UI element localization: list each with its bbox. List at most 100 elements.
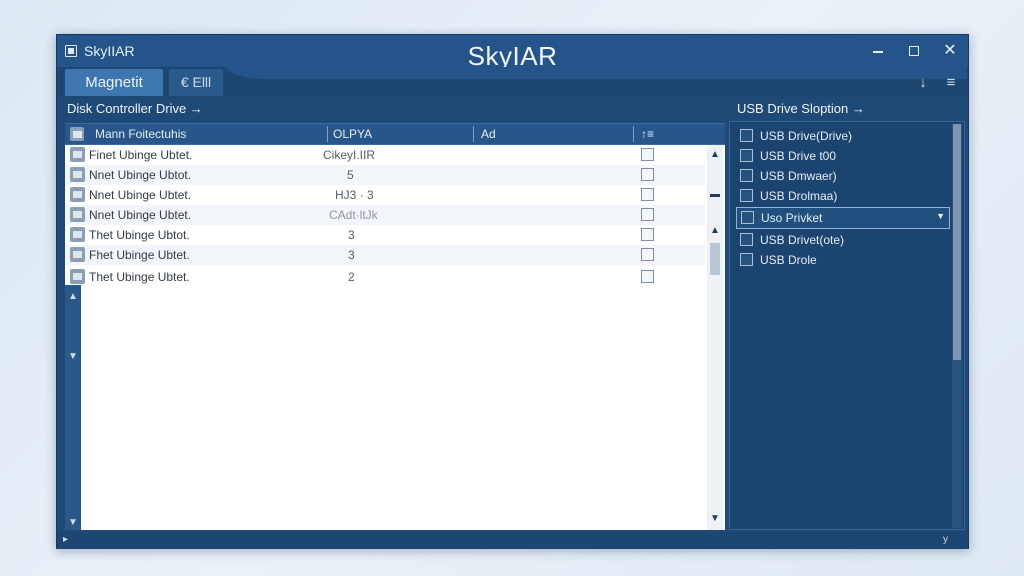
scroll-up-icon[interactable]: ▲ [65,291,81,302]
usb-item-label: USB Drive(Drive) [760,129,853,143]
drive-icon [70,147,85,162]
scrollbar-thumb[interactable] [710,243,720,275]
usb-panel-title[interactable]: USB Drive Sloption → [737,101,865,116]
tab-secondary[interactable]: € Elll [169,69,223,96]
scroll-down-icon[interactable]: ▼ [65,351,81,362]
scroll-down-icon[interactable]: ▼ [65,517,81,528]
scroll-marker-icon: ▬ [710,189,720,200]
row-name: Nnet Ubinge Ubtet. [89,188,192,202]
usb-drive-panel: USB Drive Sloption → USB Drive(Drive) US… [729,97,965,532]
table-row[interactable]: Nnet Ubinge Ubtet. HJ3 · 3 [65,185,705,205]
table-row[interactable]: Nnet Ubinge Ubtet. CAdt·ltJk [65,205,705,225]
row-checkbox[interactable] [641,188,654,201]
table-header: Mann Foitectuhis OLPYA Ad ↑≡ [65,123,725,145]
column-header-name[interactable]: Mann Foitectuhis [95,127,186,141]
tab-magnetit[interactable]: Magnetit [65,69,163,96]
usb-list-item[interactable]: USB Drole [736,250,950,270]
usb-checkbox[interactable] [740,253,753,266]
column-divider[interactable] [327,126,328,142]
drive-icon [70,227,85,242]
drive-icon [70,167,85,182]
usb-list-item[interactable]: USB Dmwaer) [736,166,950,186]
minimize-icon [873,51,883,53]
close-icon: ✕ [943,42,957,59]
column-divider[interactable] [633,126,634,142]
vertical-scrollbar[interactable]: ▲ ▬ ▲ ▼ [707,145,723,530]
download-icon[interactable]: ↓ [913,73,933,93]
expand-arrow-icon[interactable]: ▸ [63,534,68,545]
table-row[interactable]: Finet Ubinge Ubtet. CikeyI.IIR [65,145,705,165]
usb-item-label: USB Drive t00 [760,149,837,163]
menu-icon[interactable]: ≡ [941,73,961,93]
table-row[interactable]: Nnet Ubinge Ubtot. 5 [65,165,705,185]
usb-list-item-selected[interactable]: Uso Privket ▼ [736,207,950,229]
table-row[interactable]: Fhet Ubinge Ubtet. 3 [65,245,705,265]
row-name: Thet Ubinge Ubtot. [89,228,190,242]
usb-checkbox[interactable] [740,149,753,162]
usb-item-label: USB Dmwaer) [760,169,837,183]
row-value: 5 [347,168,354,182]
row-checkbox[interactable] [641,168,654,181]
minimize-button[interactable] [865,39,891,63]
usb-list-item[interactable]: USB Drolmaa) [736,186,950,206]
title-bar[interactable]: SkyIIAR SkyIAR ✕ [57,35,968,71]
row-value: 3 [348,248,355,262]
row-value: HJ3 · 3 [335,188,374,202]
row-checkbox[interactable] [641,270,654,283]
row-value: CikeyI.IIR [323,148,376,162]
usb-drive-list: USB Drive(Drive) USB Drive t00 USB Dmwae… [729,121,965,530]
column-header-sort[interactable]: ↑≡ [641,127,654,141]
usb-checkbox[interactable] [740,169,753,182]
row-checkbox[interactable] [641,228,654,241]
usb-item-label: USB Drole [760,253,817,267]
app-window: SkyIIAR SkyIAR ✕ Magnetit € Elll ↓ ≡ Dis… [56,34,969,549]
drive-icon [70,269,85,284]
table-row[interactable]: Thet Ubinge Ubtot. 3 [65,225,705,245]
row-checkbox[interactable] [641,148,654,161]
usb-list-item[interactable]: USB Drive(Drive) [736,126,950,146]
drive-icon [70,187,85,202]
row-name: Thet Ubinge Ubtet. [89,270,190,284]
usb-list-item[interactable]: USB Drivet(ote) [736,230,950,250]
usb-checkbox[interactable] [740,129,753,142]
drive-table: Finet Ubinge Ubtet. CikeyI.IIR Nnet Ubin… [65,145,725,530]
row-value: 2 [348,270,355,284]
usb-checkbox[interactable] [741,211,754,224]
usb-checkbox[interactable] [740,233,753,246]
column-divider[interactable] [473,126,474,142]
scroll-up-icon[interactable]: ▲ [707,225,723,236]
disk-controller-panel: Disk Controller Drive → Mann Foitectuhis… [65,97,725,532]
row-value: 3 [348,228,355,242]
row-name: Nnet Ubinge Ubtot. [89,168,192,182]
row-checkbox[interactable] [641,208,654,221]
status-bar: ▸ y [57,532,968,549]
usb-item-label: USB Drolmaa) [760,189,838,203]
panel-title[interactable]: Disk Controller Drive → [67,101,203,116]
maximize-button[interactable] [901,39,927,63]
left-scrollbar[interactable]: ▲ ▼ ▼ [65,285,81,530]
maximize-icon [909,46,919,56]
scroll-down-icon[interactable]: ▼ [707,513,723,524]
drive-icon [70,247,85,262]
usb-item-label: Uso Privket [761,211,823,225]
gear-icon [70,127,84,141]
row-name: Fhet Ubinge Ubtet. [89,248,190,262]
drive-icon [70,207,85,222]
row-name: Nnet Ubinge Ubtet. [89,208,192,222]
close-button[interactable]: ✕ [937,39,963,63]
usb-list-item[interactable]: USB Drive t00 [736,146,950,166]
row-checkbox[interactable] [641,248,654,261]
column-header-ad[interactable]: Ad [481,127,496,141]
row-value: CAdt·ltJk [329,208,378,222]
tab-bar-decoration [227,67,967,79]
scrollbar-thumb[interactable] [953,124,961,360]
column-header-value[interactable]: OLPYA [333,127,372,141]
usb-item-label: USB Drivet(ote) [760,233,845,247]
chevron-down-icon[interactable]: ▼ [936,211,945,221]
table-row[interactable]: Thet Ubinge Ubtet. 2 [65,267,705,287]
status-text: y [943,534,948,545]
usb-checkbox[interactable] [740,189,753,202]
usb-list-scrollbar[interactable] [952,124,962,528]
scroll-up-icon[interactable]: ▲ [707,149,723,160]
row-name: Finet Ubinge Ubtet. [89,148,193,162]
